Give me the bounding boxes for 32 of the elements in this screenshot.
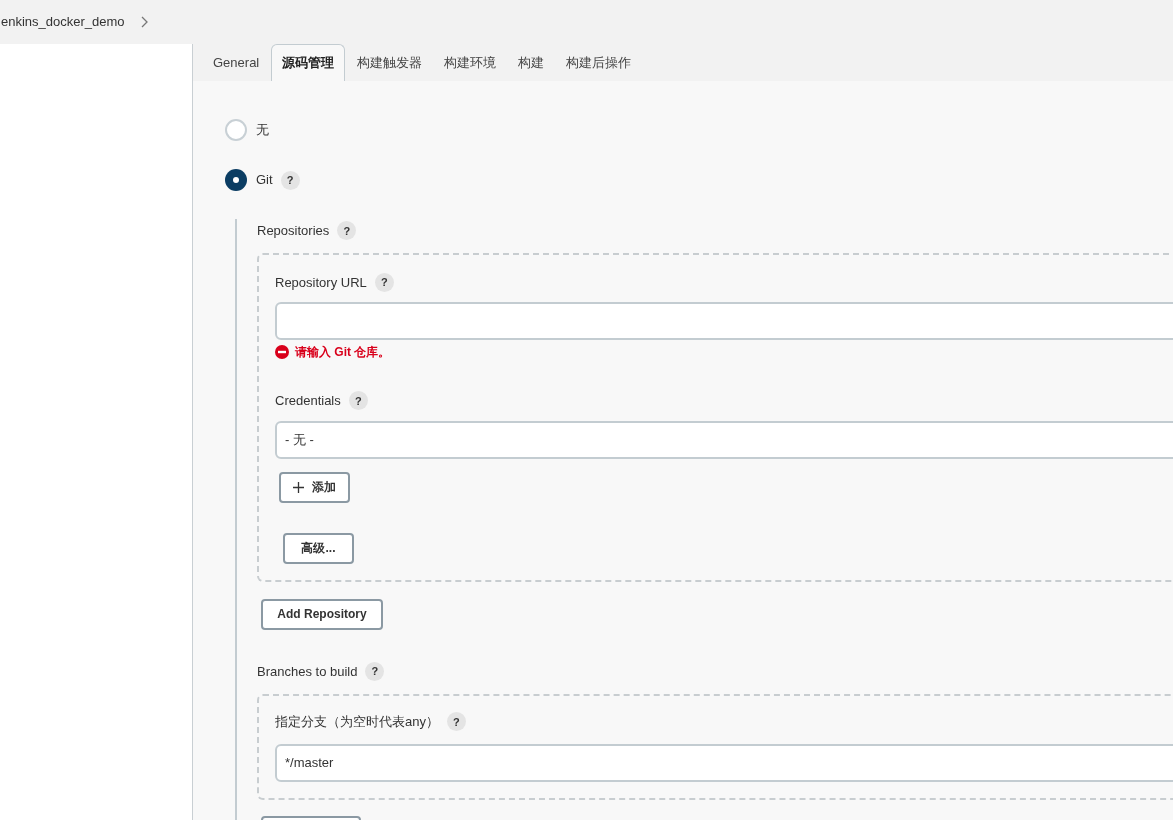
section-label: Branches to build: [257, 662, 358, 681]
input-field[interactable]: [275, 302, 1173, 340]
help-icon[interactable]: ?: [446, 712, 466, 732]
help-icon[interactable]: ?: [365, 661, 385, 681]
field-label: Credentials: [275, 392, 341, 410]
chevron-right-icon: [140, 16, 149, 28]
tab[interactable]: 构建后操作: [556, 44, 642, 81]
plus-icon: [293, 481, 304, 493]
error-icon: [275, 345, 289, 359]
advanced-button[interactable]: 高级...: [283, 532, 354, 564]
add-repository-button[interactable]: Add Repository: [261, 598, 383, 630]
help-icon[interactable]: ?: [348, 391, 368, 411]
tab[interactable]: 构建触发器: [347, 44, 433, 81]
radio-button[interactable]: [225, 119, 247, 141]
error-message: 请输入 Git 仓库。: [295, 344, 391, 361]
add-credentials-button[interactable]: 添加: [279, 471, 350, 503]
input-field[interactable]: - 无 -: [275, 420, 1173, 459]
breadcrumb-link[interactable]: enkins_docker_demo: [1, 12, 125, 32]
field-label: Repository URL: [275, 273, 367, 292]
tab[interactable]: 构建: [508, 44, 555, 81]
tab[interactable]: 构建环境: [434, 44, 507, 81]
radio-label: 无: [256, 121, 269, 140]
tab[interactable]: General: [203, 44, 270, 81]
help-icon[interactable]: ?: [374, 272, 394, 292]
help-icon[interactable]: ?: [280, 170, 300, 190]
radio-button[interactable]: [225, 169, 247, 191]
input-field[interactable]: */master: [275, 743, 1173, 782]
radio-label: Git: [256, 171, 273, 190]
help-icon[interactable]: ?: [337, 221, 357, 241]
section-label: Repositories: [257, 222, 330, 240]
tab[interactable]: 源码管理: [271, 44, 346, 81]
field-label: 指定分支（为空时代表any）: [275, 713, 439, 731]
